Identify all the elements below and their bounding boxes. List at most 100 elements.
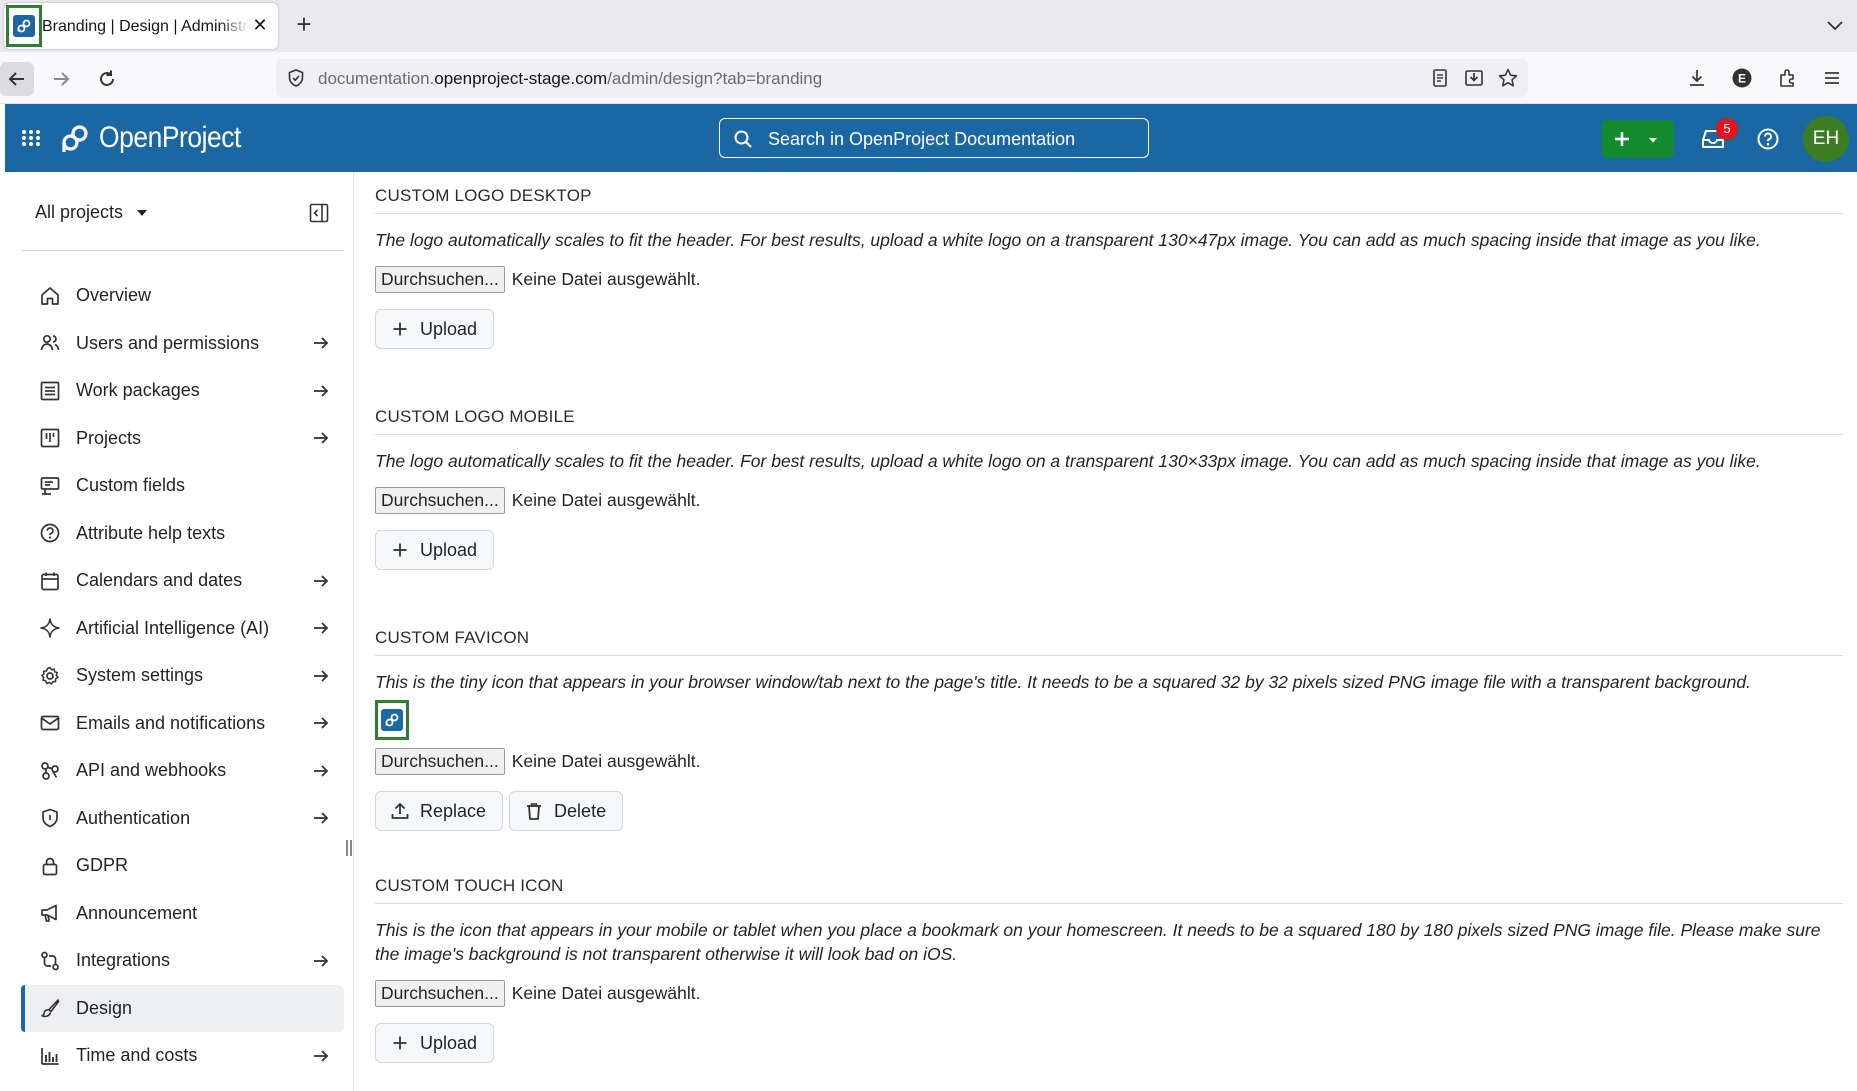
sidebar-item-emails-and-notifications[interactable]: Emails and notifications bbox=[21, 700, 344, 748]
upload-label: Upload bbox=[420, 318, 478, 339]
sidebar-item-label: Custom fields bbox=[76, 475, 186, 496]
section-description: This is the icon that appears in your mo… bbox=[375, 920, 1821, 964]
tab-list-chevron-icon[interactable] bbox=[1822, 12, 1848, 38]
project-icon bbox=[39, 427, 61, 449]
openproject-logo[interactable]: OpenProject bbox=[59, 118, 260, 158]
mail-icon bbox=[39, 712, 61, 734]
browse-button[interactable]: Durchsuchen... bbox=[375, 487, 505, 514]
section-description: The logo automatically scales to fit the… bbox=[375, 230, 1761, 250]
sparkle-icon bbox=[39, 617, 61, 639]
upload-button[interactable]: Upload bbox=[375, 1023, 495, 1063]
sidebar-item-projects[interactable]: Projects bbox=[21, 415, 344, 463]
browser-tab[interactable]: Branding | Design | Administration ✕ bbox=[4, 3, 278, 49]
arrow-right-icon bbox=[311, 571, 331, 591]
sidebar-item-users-and-permissions[interactable]: Users and permissions bbox=[21, 320, 344, 368]
sidebar-item-custom-fields[interactable]: Custom fields bbox=[21, 462, 344, 510]
address-bar[interactable]: documentation.openproject-stage.com/admi… bbox=[276, 59, 1528, 97]
user-avatar[interactable]: EH bbox=[1803, 116, 1849, 162]
arrow-right-icon bbox=[311, 951, 331, 971]
sidebar-collapse-icon[interactable] bbox=[308, 202, 330, 224]
openproject-favicon-icon bbox=[385, 713, 399, 727]
back-icon[interactable] bbox=[0, 62, 34, 96]
browse-button[interactable]: Durchsuchen... bbox=[375, 266, 505, 293]
downloads-icon[interactable] bbox=[1684, 65, 1710, 91]
browse-button[interactable]: Durchsuchen... bbox=[375, 748, 505, 775]
plus-dropdown-icon bbox=[1615, 132, 1657, 146]
sidebar-item-label: System settings bbox=[76, 665, 204, 686]
global-search-input[interactable]: Search in OpenProject Documentation bbox=[719, 118, 1149, 158]
sidebar-item-overview[interactable]: Overview bbox=[21, 272, 344, 320]
sidebar-item-api-and-webhooks[interactable]: API and webhooks bbox=[21, 747, 344, 795]
sidebar-item-design[interactable]: Design bbox=[21, 984, 344, 1032]
upload-label: Upload bbox=[420, 1032, 478, 1053]
arrow-right-icon bbox=[311, 428, 331, 448]
sidebar-resize-handle[interactable] bbox=[345, 839, 353, 857]
extensions-icon[interactable] bbox=[1775, 65, 1801, 91]
sidebar-item-label: Attribute help texts bbox=[76, 522, 226, 543]
project-selector[interactable]: All projects bbox=[35, 202, 148, 223]
forward-icon[interactable] bbox=[44, 62, 78, 96]
shield-icon[interactable] bbox=[286, 68, 306, 88]
browser-toolbar: documentation.openproject-stage.com/admi… bbox=[0, 52, 1857, 104]
sidebar-item-label: GDPR bbox=[76, 855, 129, 876]
new-tab-icon[interactable]: + bbox=[290, 10, 318, 38]
section-custom-touch-icon: CUSTOM TOUCH ICON This is the icon that … bbox=[375, 876, 1843, 1063]
sidebar-item-label: Emails and notifications bbox=[76, 712, 266, 733]
app-header: OpenProject Search in OpenProject Docume… bbox=[5, 104, 1857, 172]
modules-grid-icon[interactable] bbox=[19, 126, 43, 150]
url-prefix: documentation. bbox=[318, 69, 435, 88]
people-icon bbox=[39, 332, 61, 354]
reload-icon[interactable] bbox=[90, 62, 124, 96]
sidebar-item-authentication[interactable]: Authentication bbox=[21, 795, 344, 843]
save-to-pocket-icon[interactable] bbox=[1463, 67, 1485, 89]
no-file-text: Keine Datei ausgewählt. bbox=[511, 983, 701, 1003]
sidebar-item-gdpr[interactable]: GDPR bbox=[21, 842, 344, 890]
sidebar-item-label: Work packages bbox=[76, 380, 200, 401]
favicon-preview-image bbox=[375, 700, 409, 740]
upload-icon bbox=[390, 801, 410, 821]
tab-close-icon[interactable]: ✕ bbox=[250, 15, 270, 35]
sidebar-item-system-settings[interactable]: System settings bbox=[21, 652, 344, 700]
sidebar-item-time-and-costs[interactable]: Time and costs bbox=[21, 1032, 344, 1080]
tab-title: Branding | Design | Administration bbox=[42, 18, 250, 35]
sidebar-item-label: Authentication bbox=[76, 807, 191, 828]
upload-label: Upload bbox=[420, 539, 478, 560]
lock-icon bbox=[39, 855, 61, 877]
sidebar-item-work-packages[interactable]: Work packages bbox=[21, 367, 344, 415]
sidebar-item-label: Users and permissions bbox=[76, 332, 260, 353]
extension-e-icon[interactable]: E bbox=[1729, 65, 1755, 91]
sidebar-item-integrations[interactable]: Integrations bbox=[21, 937, 344, 985]
browse-button[interactable]: Durchsuchen... bbox=[375, 980, 505, 1007]
custom-fields-icon bbox=[39, 475, 61, 497]
sidebar-divider bbox=[21, 250, 344, 251]
trash-icon bbox=[524, 801, 544, 821]
notification-count-badge: 5 bbox=[1716, 118, 1738, 140]
section-custom-favicon: CUSTOM FAVICON This is the tiny icon tha… bbox=[375, 628, 1843, 831]
upload-button[interactable]: Upload bbox=[375, 530, 495, 570]
sidebar-item-calendars-and-dates[interactable]: Calendars and dates bbox=[21, 557, 344, 605]
sidebar-item-announcement[interactable]: Announcement bbox=[21, 890, 344, 938]
create-button[interactable] bbox=[1602, 120, 1674, 158]
sidebar-item-label: Artificial Intelligence (AI) bbox=[76, 617, 270, 638]
bookmark-star-icon[interactable] bbox=[1497, 67, 1519, 89]
search-placeholder: Search in OpenProject Documentation bbox=[768, 129, 1076, 149]
integrations-icon bbox=[39, 950, 61, 972]
arrow-right-icon bbox=[311, 333, 331, 353]
delete-button[interactable]: Delete bbox=[509, 791, 624, 831]
menu-hamburger-icon[interactable] bbox=[1819, 65, 1845, 91]
replace-button[interactable]: Replace bbox=[375, 791, 504, 831]
sidebar-item-attribute-help-texts[interactable]: Attribute help texts bbox=[21, 510, 344, 558]
url-host: openproject-stage.com bbox=[434, 69, 608, 88]
project-selector-label: All projects bbox=[35, 202, 124, 222]
admin-menu: Overview Users and permissions Work pack… bbox=[21, 272, 344, 1080]
reader-view-icon[interactable] bbox=[1429, 67, 1451, 89]
openproject-logo-icon bbox=[62, 125, 88, 152]
sidebar-item-artificial-intelligence[interactable]: Artificial Intelligence (AI) bbox=[21, 605, 344, 653]
help-icon[interactable] bbox=[1756, 127, 1780, 151]
megaphone-icon bbox=[39, 902, 61, 924]
section-title: CUSTOM LOGO MOBILE bbox=[375, 407, 1843, 435]
upload-button[interactable]: Upload bbox=[375, 309, 495, 349]
sidebar-item-label: API and webhooks bbox=[76, 760, 227, 781]
arrow-right-icon bbox=[311, 713, 331, 733]
arrow-right-icon bbox=[311, 381, 331, 401]
